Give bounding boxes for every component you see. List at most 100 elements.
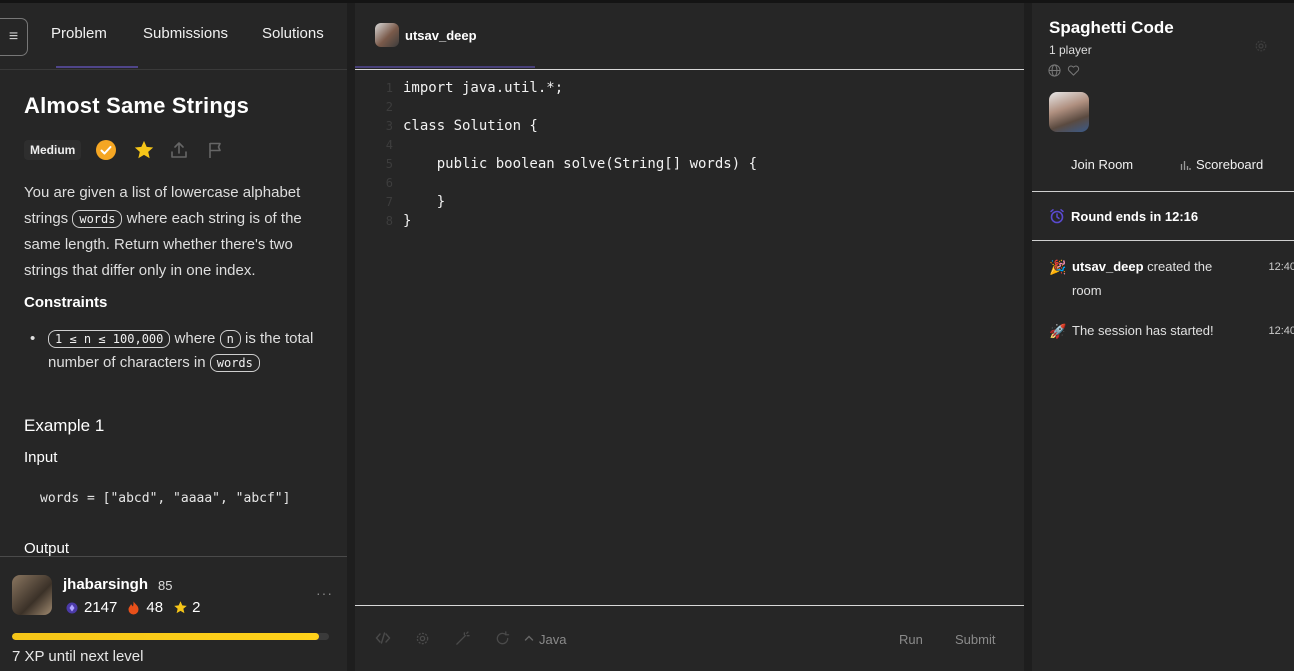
message-time: 12:40	[1268, 261, 1294, 273]
bar-chart-icon	[1180, 159, 1191, 171]
inline-code: n	[219, 330, 241, 348]
user-level: 85	[158, 578, 173, 593]
active-tab-indicator	[355, 66, 535, 68]
party-popper-icon: 🎉	[1049, 259, 1067, 275]
divider	[1032, 191, 1294, 192]
username[interactable]: jhabarsingh	[63, 576, 148, 593]
code-area[interactable]: 1 import java.util.*; 2 3 class Solution {…	[355, 79, 1024, 231]
scoreboard-button[interactable]: Scoreboard	[1180, 157, 1263, 172]
example-input: words = ["abcd", "aaaa", "abcf"]	[40, 491, 291, 506]
xp-gem-icon	[66, 602, 78, 614]
star-icon	[173, 600, 188, 615]
line-text: class Solution {	[403, 118, 538, 134]
output-heading: Output	[24, 540, 70, 557]
tab-problem[interactable]: Problem	[51, 25, 107, 42]
line-number: 6	[385, 176, 393, 190]
globe-icon	[1048, 64, 1061, 77]
constraint-item: • 1 ≤ n ≤ 100,000 where n is the total n…	[30, 327, 330, 375]
difficulty-badge: Medium	[24, 140, 82, 160]
line-number: 2	[385, 100, 393, 114]
avatar[interactable]	[1049, 92, 1089, 132]
input-heading: Input	[24, 449, 58, 466]
avatar[interactable]	[375, 23, 399, 47]
xp-progress-bar	[12, 633, 329, 640]
line-number: 4	[385, 138, 393, 152]
line-text: }	[403, 194, 446, 210]
divider	[0, 69, 347, 70]
constraint-text: where	[174, 330, 216, 347]
room-meta-icons	[1048, 64, 1080, 77]
editor-header: utsav_deep	[355, 3, 1024, 69]
tab-submissions[interactable]: Submissions	[143, 25, 228, 42]
chevron-up-icon[interactable]	[524, 634, 534, 642]
problem-description: You are given a list of lowercase alphab…	[24, 180, 332, 284]
streak-count: 48	[146, 599, 164, 616]
xp-remaining-text: 7 XP until next level	[12, 648, 144, 665]
example-heading: Example 1	[24, 416, 105, 435]
divider	[355, 69, 1024, 70]
code-line: 5 public boolean solve(String[] words) {	[355, 155, 1024, 174]
round-timer-text: Round ends in 12:16	[1071, 208, 1199, 224]
heart-icon[interactable]	[1067, 64, 1080, 77]
code-line: 2	[355, 98, 1024, 117]
code-line: 1 import java.util.*;	[355, 79, 1024, 98]
code-line: 8}	[355, 212, 1024, 231]
line-text: }	[403, 213, 412, 229]
room-panel: Spaghetti Code 1 player Join Room Scoreb…	[1032, 3, 1294, 671]
constraints-heading: Constraints	[24, 294, 108, 311]
code-line: 3 class Solution {	[355, 117, 1024, 136]
reset-icon[interactable]	[495, 631, 510, 646]
problem-panel: ≡ Problem Submissions Solutions Almost S…	[0, 3, 347, 671]
magic-wand-icon[interactable]	[455, 631, 470, 646]
round-timer: Round ends in 12:16	[1049, 208, 1198, 224]
user-stats: 2147 48 2	[66, 599, 210, 616]
solved-check-icon	[95, 139, 117, 161]
line-number: 8	[385, 214, 393, 228]
tab-solutions[interactable]: Solutions	[262, 25, 324, 42]
menu-icon[interactable]: ≡	[0, 18, 28, 56]
xp-count: 2147	[84, 599, 118, 616]
problem-title: Almost Same Strings	[24, 93, 250, 118]
share-icon[interactable]	[169, 140, 189, 160]
run-button[interactable]: Run	[899, 632, 923, 647]
chat-message: 🎉 utsav_deep created the room 12:40	[1049, 255, 1294, 303]
message-text: The session has started!	[1072, 323, 1214, 338]
problem-badges: Medium	[24, 138, 224, 162]
gear-icon[interactable]	[415, 631, 430, 646]
rocket-icon: 🚀	[1049, 323, 1067, 339]
avatar[interactable]	[12, 575, 52, 615]
inline-code: words	[72, 210, 123, 228]
code-icon[interactable]	[375, 631, 391, 645]
xp-progress-fill	[12, 633, 320, 640]
user-profile-card: jhabarsingh 85 2147 48 2 ··· 7 XP until …	[0, 556, 347, 671]
message-time: 12:40	[1268, 325, 1294, 337]
line-number: 5	[385, 157, 393, 171]
more-options-icon[interactable]: ···	[316, 585, 333, 601]
line-text: import java.util.*;	[403, 80, 564, 96]
gear-icon[interactable]	[1254, 39, 1268, 53]
bullet: •	[30, 330, 36, 347]
scoreboard-label: Scoreboard	[1196, 157, 1264, 172]
line-number: 1	[385, 81, 393, 95]
divider	[1032, 240, 1294, 241]
room-title: Spaghetti Code	[1049, 18, 1174, 37]
fire-icon	[127, 601, 140, 615]
inline-code: 1 ≤ n ≤ 100,000	[48, 330, 171, 348]
editor-user-tab[interactable]: utsav_deep	[405, 28, 477, 43]
join-room-button[interactable]: Join Room	[1071, 157, 1133, 172]
code-line: 4	[355, 136, 1024, 155]
language-select[interactable]: Java	[539, 632, 566, 647]
active-tab-indicator	[56, 66, 138, 68]
code-line: 7 }	[355, 193, 1024, 212]
chat-message: 🚀 The session has started! 12:40	[1049, 319, 1294, 343]
flag-icon[interactable]	[206, 141, 224, 159]
submit-button[interactable]: Submit	[955, 632, 995, 647]
alarm-clock-icon	[1049, 208, 1065, 224]
line-text: public boolean solve(String[] words) {	[403, 156, 758, 172]
line-number: 7	[385, 195, 393, 209]
message-user[interactable]: utsav_deep	[1072, 259, 1144, 274]
star-icon[interactable]	[133, 139, 155, 161]
code-editor-panel: utsav_deep 1 import java.util.*; 2 3 class…	[355, 3, 1024, 671]
star-count: 2	[192, 599, 201, 616]
line-number: 3	[385, 119, 393, 133]
